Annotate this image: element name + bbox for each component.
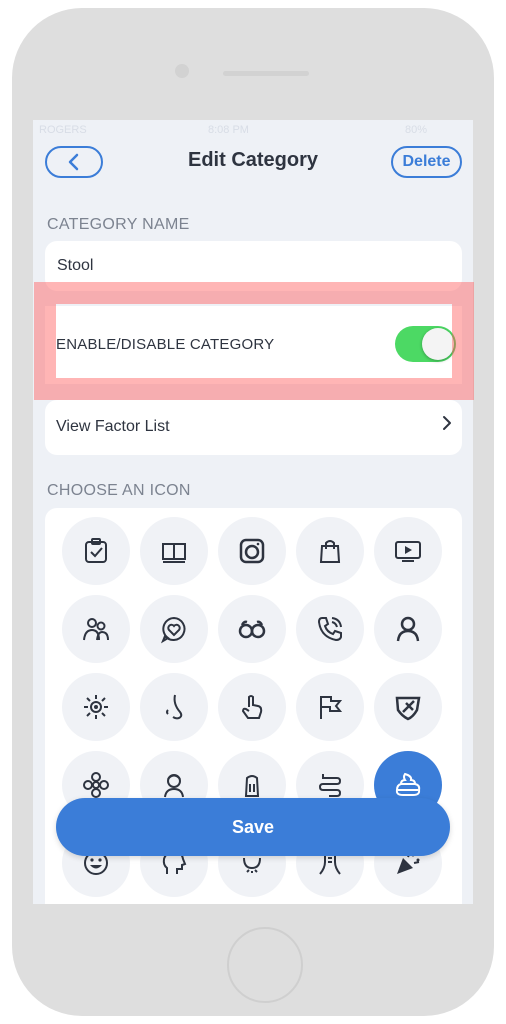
shopping-bag-icon [319,540,341,563]
people-icon [83,618,109,641]
heart-chat-icon [160,616,186,644]
woman-icon [164,774,184,798]
book-icon [162,543,186,563]
earpiece-speaker [223,71,309,76]
status-bar: ROGERS 8:08 PM 80% [33,120,473,142]
hand-pointer-icon-option[interactable] [218,673,286,741]
choose-icon-label: CHOOSE AN ICON [47,482,191,499]
camera-icon-option[interactable] [218,517,286,585]
toggle-knob [422,328,454,360]
checklist-icon-option[interactable] [62,517,130,585]
people-icon-option[interactable] [62,595,130,663]
status-time: 8:08 PM [208,124,249,136]
flag-icon-option[interactable] [296,673,364,741]
chevron-right-icon [441,414,453,438]
shield-icon-option[interactable] [374,673,442,741]
enable-category-toggle[interactable] [395,326,456,362]
shield-icon [395,696,421,721]
sun-icon-option[interactable] [62,673,130,741]
view-factor-list-row[interactable]: View Factor List [45,400,462,455]
nose-icon [166,694,183,720]
app-screen: ROGERS 8:08 PM 80% Edit Category Delete … [33,120,473,904]
hand-pointer-icon [241,695,263,719]
sun-icon [84,695,108,719]
phone-icon-option[interactable] [296,595,364,663]
tv-icon [395,541,421,562]
camera-icon [239,538,265,564]
view-factor-list-label: View Factor List [56,418,170,435]
book-icon-option[interactable] [140,517,208,585]
checklist-icon [85,538,107,563]
salt-shaker-icon [244,775,260,797]
glasses-icon [238,620,266,639]
phone-icon [317,617,342,642]
category-name-label: CATEGORY NAME [47,216,190,233]
nose-icon-option[interactable] [140,673,208,741]
flower-icon [83,772,109,798]
enable-category-label: ENABLE/DISABLE CATEGORY [56,336,275,353]
person-icon-option[interactable] [374,595,442,663]
flag-icon [320,696,343,719]
enable-category-card: ENABLE/DISABLE CATEGORY [45,306,462,384]
shopping-bag-icon-option[interactable] [296,517,364,585]
heart-chat-icon-option[interactable] [140,595,208,663]
intestine-icon [318,774,342,797]
category-name-card [45,241,462,291]
delete-button[interactable]: Delete [391,146,462,178]
category-name-input[interactable] [57,257,437,275]
front-camera [175,64,189,78]
carrier-label: ROGERS [39,124,87,136]
person-icon [396,616,420,642]
glasses-icon-option[interactable] [218,595,286,663]
stool-icon [395,772,421,796]
save-button[interactable]: Save [56,798,450,856]
tv-icon-option[interactable] [374,517,442,585]
battery-label: 80% [405,124,428,136]
home-button[interactable] [227,927,303,1003]
